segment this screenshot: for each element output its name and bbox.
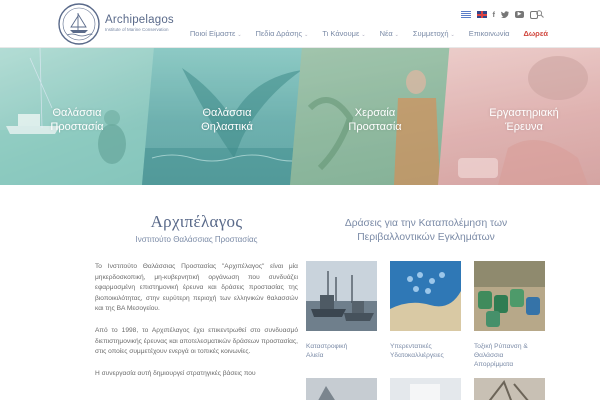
site-logo[interactable]: Archipelagos Institute of Marine Conserv… bbox=[58, 3, 174, 45]
card-label-line1: Καταστροφική bbox=[306, 343, 348, 350]
facebook-icon[interactable]: f bbox=[493, 10, 496, 19]
intro-paragraph: Από το 1998, το Αρχιπέλαγος έχει επικεντ… bbox=[95, 326, 298, 356]
chevron-down-icon: ⌄ bbox=[237, 32, 242, 38]
hero-panel-lab-research[interactable]: Εργαστηριακή Έρευνα bbox=[438, 48, 600, 185]
intro-paragraph: Το Ινστιτούτο Θαλάσσιας Προστασίας "Αρχι… bbox=[95, 263, 298, 313]
hero-panel-terrestrial-protection[interactable]: Χερσαία Προστασία bbox=[290, 48, 460, 185]
youtube-icon[interactable]: ▶ bbox=[515, 11, 524, 18]
action-card-destructive-fishing[interactable]: Καταστροφική Αλιεία bbox=[306, 261, 377, 360]
action-card[interactable] bbox=[390, 378, 461, 400]
chevron-down-icon: ⌄ bbox=[450, 32, 455, 38]
action-card[interactable] bbox=[306, 378, 377, 400]
intro-subtitle: Ινστιτούτο Θαλάσσιας Προστασίας bbox=[135, 235, 258, 244]
nav-item-contact[interactable]: Επικοινωνία bbox=[469, 29, 510, 38]
aquaculture-aerial-image bbox=[390, 261, 461, 331]
card-image bbox=[306, 378, 377, 400]
chevron-down-icon: ⌄ bbox=[394, 32, 399, 38]
card-image bbox=[474, 378, 545, 400]
actions-title: Δράσεις για την Καταπολέμηση των Περιβαλ… bbox=[306, 217, 546, 245]
hero-title-line2: Θηλαστικά bbox=[201, 121, 253, 133]
hero-title-line1: Θαλάσσια bbox=[202, 107, 252, 119]
card-label-line2: Υδατοκαλλιέργειες bbox=[390, 352, 444, 359]
toxic-barrels-image bbox=[474, 261, 545, 331]
fishing-boats-image bbox=[306, 261, 377, 331]
intro-title: Αρχιπέλαγος bbox=[150, 212, 243, 231]
nav-item-news[interactable]: Νέα ⌄ bbox=[380, 29, 399, 38]
logo-subtitle: Institute of Marine Conservation bbox=[105, 27, 169, 32]
nav-item-about[interactable]: Ποιοί Είμαστε ⌄ bbox=[190, 29, 242, 38]
hero-title-line2: Έρευνα bbox=[505, 121, 543, 133]
actions-section: Δράσεις για την Καταπολέμηση των Περιβαλ… bbox=[306, 217, 546, 400]
action-card-toxic-pollution[interactable]: Τοξική Ρύπανση & Θαλάσσια Απορρίμματα bbox=[474, 261, 545, 369]
english-flag-icon[interactable] bbox=[476, 11, 487, 18]
nav-item-donate[interactable]: Δωρεά bbox=[523, 29, 548, 38]
card-label-line2: Αλιεία bbox=[306, 352, 324, 359]
utility-bar: f ▶ bbox=[460, 10, 538, 19]
actions-title-line2: Περιβαλλοντικών Εγκλημάτων bbox=[357, 232, 495, 243]
nav-item-fields[interactable]: Πεδία Δράσης ⌄ bbox=[256, 29, 309, 38]
site-header: Archipelagos Institute of Marine Conserv… bbox=[0, 0, 600, 48]
card-image bbox=[390, 378, 461, 400]
intro-section: Αρχιπέλαγος Ινστιτούτο Θαλάσσιας Προστασ… bbox=[95, 212, 298, 379]
hero-title-line2: Προστασία bbox=[50, 121, 104, 133]
hero-title-line1: Χερσαία bbox=[354, 107, 396, 119]
hero-banner: Θαλάσσια Προστασία Θαλάσσια Θηλαστικά Χερσ… bbox=[0, 48, 600, 185]
greek-flag-icon[interactable] bbox=[460, 11, 471, 18]
hero-panel-marine-mammals[interactable]: Θαλάσσια Θηλαστικά bbox=[142, 48, 312, 185]
twitter-icon[interactable] bbox=[501, 11, 509, 18]
hero-title-line2: Προστασία bbox=[348, 121, 402, 133]
actions-title-line1: Δράσεις για την Καταπολέμηση των bbox=[344, 218, 508, 229]
chevron-down-icon: ⌄ bbox=[304, 32, 309, 38]
action-card-intensive-aquaculture[interactable]: Υπερεντατικές Υδατοκαλλιέργειες bbox=[390, 261, 461, 360]
card-label-line2: Θαλάσσια bbox=[474, 352, 504, 359]
search-icon[interactable] bbox=[536, 10, 544, 18]
nav-item-participate[interactable]: Συμμετοχή ⌄ bbox=[413, 29, 455, 38]
action-card[interactable] bbox=[474, 378, 545, 400]
main-nav: Ποιοί Είμαστε ⌄ Πεδία Δράσης ⌄ Τι Κάνουμε ⌄… bbox=[190, 29, 548, 38]
logo-name: Archipelagos bbox=[105, 14, 174, 26]
card-label-line1: Τοξική Ρύπανση & bbox=[474, 343, 528, 350]
chevron-down-icon: ⌄ bbox=[361, 32, 366, 38]
intro-paragraph: Η συνεργασία αυτή δημιουργεί στρατηγικές… bbox=[95, 369, 256, 377]
card-label-line3: Απορρίμματα bbox=[474, 361, 514, 368]
card-label-line1: Υπερεντατικές bbox=[390, 343, 432, 350]
hero-panel-marine-protection[interactable]: Θαλάσσια Προστασία bbox=[0, 48, 164, 185]
nav-item-what-we-do[interactable]: Τι Κάνουμε ⌄ bbox=[322, 29, 365, 38]
logo-seal-icon bbox=[58, 3, 100, 45]
hero-title-line1: Θαλάσσια bbox=[52, 107, 102, 119]
hero-title-line1: Εργαστηριακή bbox=[489, 107, 559, 119]
